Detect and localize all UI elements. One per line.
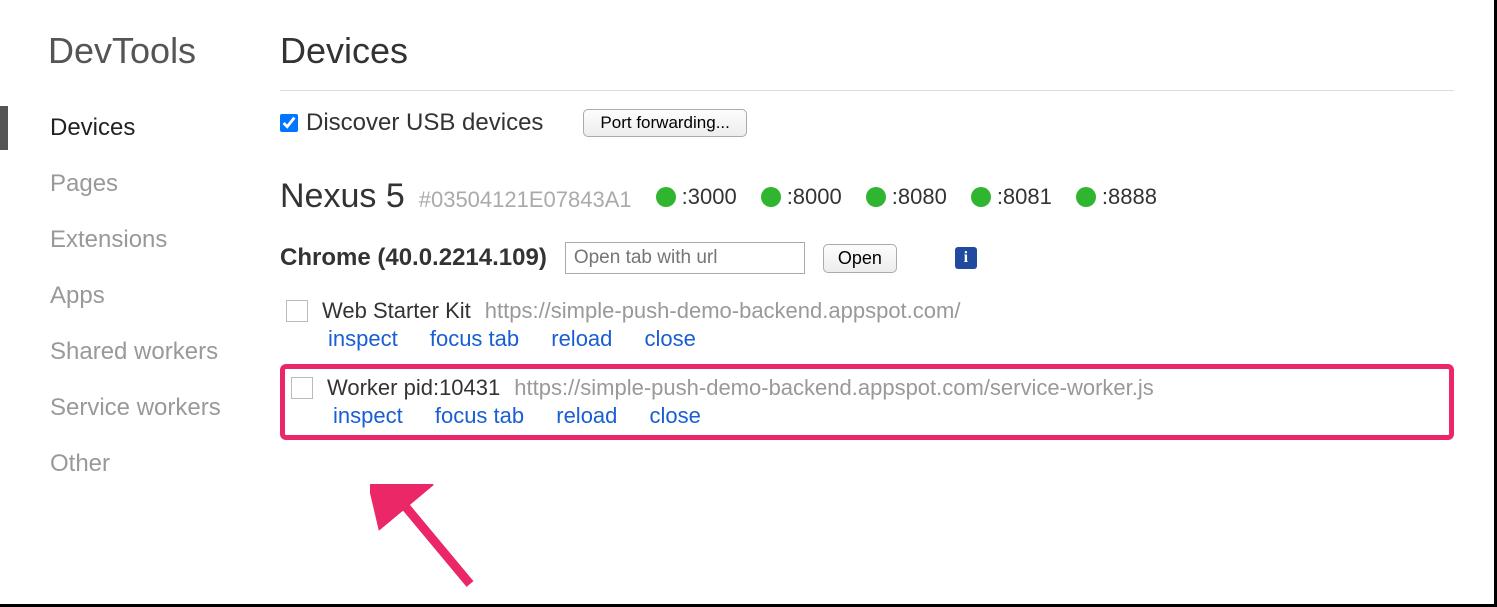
- discover-usb-checkbox[interactable]: [280, 114, 298, 132]
- inspect-link[interactable]: inspect: [328, 326, 398, 351]
- entry-url: https://simple-push-demo-backend.appspot…: [485, 298, 961, 324]
- close-link[interactable]: close: [650, 403, 701, 428]
- focus-tab-link[interactable]: focus tab: [435, 403, 524, 428]
- inspect-entry-highlighted: Worker pid:10431 https://simple-push-dem…: [280, 364, 1454, 440]
- sidebar-item-service-workers[interactable]: Service workers: [48, 380, 280, 436]
- sidebar-item-shared-workers[interactable]: Shared workers: [48, 324, 280, 380]
- device-header: Nexus 5 #03504121E07843A1 :3000 :8000 :8…: [280, 177, 1454, 216]
- entry-title: Worker pid:10431: [327, 375, 500, 401]
- device-name: Nexus 5: [280, 177, 405, 216]
- sidebar-item-label: Extensions: [50, 226, 167, 253]
- entry-actions: inspect focus tab reload close: [328, 326, 1442, 352]
- port-forwarding-button[interactable]: Port forwarding...: [583, 109, 746, 137]
- sidebar-item-label: Devices: [50, 114, 135, 141]
- port-badge: :3000: [656, 184, 737, 210]
- browser-row: Chrome (40.0.2214.109) Open i: [280, 242, 1454, 274]
- entry-actions: inspect focus tab reload close: [333, 403, 1437, 429]
- port-label: :8080: [892, 184, 947, 210]
- port-badge: :8888: [1076, 184, 1157, 210]
- port-label: :8000: [787, 184, 842, 210]
- port-label: :3000: [682, 184, 737, 210]
- focus-tab-link[interactable]: focus tab: [430, 326, 519, 351]
- main-content: Devices Discover USB devices Port forwar…: [280, 30, 1494, 492]
- annotation-arrow-icon: [370, 484, 490, 604]
- port-badge: :8000: [761, 184, 842, 210]
- close-link[interactable]: close: [645, 326, 696, 351]
- toolbar: Discover USB devices Port forwarding...: [280, 109, 1454, 137]
- sidebar-item-label: Apps: [50, 282, 105, 309]
- entry-url: https://simple-push-demo-backend.appspot…: [514, 375, 1154, 401]
- sidebar-item-apps[interactable]: Apps: [48, 268, 280, 324]
- sidebar: DevTools Devices Pages Extensions Apps S…: [0, 30, 280, 492]
- sidebar-item-label: Pages: [50, 170, 118, 197]
- device-serial: #03504121E07843A1: [419, 187, 632, 213]
- port-badge: :8080: [866, 184, 947, 210]
- status-dot-icon: [866, 187, 886, 207]
- sidebar-title: DevTools: [48, 30, 280, 72]
- discover-usb-checkbox-wrap[interactable]: Discover USB devices: [280, 109, 543, 137]
- sidebar-item-label: Shared workers: [50, 338, 218, 365]
- discover-usb-label: Discover USB devices: [306, 109, 543, 137]
- sidebar-item-other[interactable]: Other: [48, 436, 280, 492]
- sidebar-item-label: Other: [50, 450, 110, 477]
- status-dot-icon: [971, 187, 991, 207]
- browser-label: Chrome (40.0.2214.109): [280, 244, 547, 272]
- port-badge: :8081: [971, 184, 1052, 210]
- sidebar-item-pages[interactable]: Pages: [48, 156, 280, 212]
- sidebar-item-label: Service workers: [50, 394, 221, 421]
- open-tab-url-input[interactable]: [565, 242, 805, 274]
- port-label: :8081: [997, 184, 1052, 210]
- entry-checkbox[interactable]: [291, 377, 313, 399]
- info-icon[interactable]: i: [955, 247, 977, 269]
- page-title: Devices: [280, 30, 1454, 72]
- sidebar-item-extensions[interactable]: Extensions: [48, 212, 280, 268]
- port-label: :8888: [1102, 184, 1157, 210]
- open-button[interactable]: Open: [823, 244, 897, 273]
- inspect-entry: Web Starter Kit https://simple-push-demo…: [280, 292, 1454, 358]
- divider: [280, 90, 1454, 91]
- entry-title: Web Starter Kit: [322, 298, 471, 324]
- entry-checkbox[interactable]: [286, 300, 308, 322]
- sidebar-item-devices[interactable]: Devices: [48, 100, 280, 156]
- status-dot-icon: [656, 187, 676, 207]
- status-dot-icon: [761, 187, 781, 207]
- reload-link[interactable]: reload: [551, 326, 612, 351]
- status-dot-icon: [1076, 187, 1096, 207]
- reload-link[interactable]: reload: [556, 403, 617, 428]
- inspect-link[interactable]: inspect: [333, 403, 403, 428]
